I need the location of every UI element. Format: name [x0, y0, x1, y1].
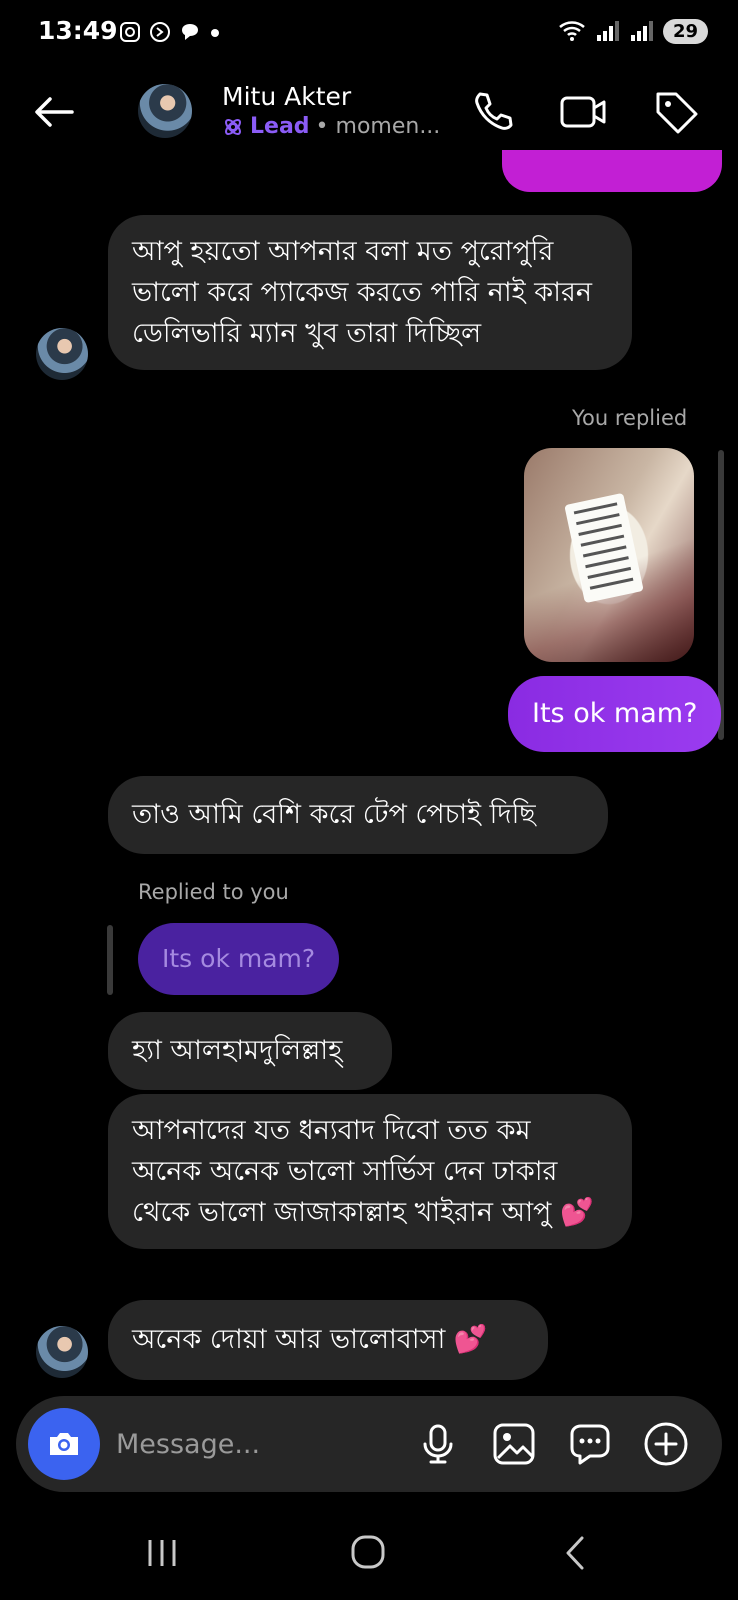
message-composer	[16, 1396, 722, 1492]
message-input[interactable]	[116, 1418, 396, 1470]
battery-indicator: 29	[662, 18, 708, 44]
back-nav-icon[interactable]	[546, 1528, 606, 1578]
incoming-message[interactable]: হ্যা আলহামদুলিল্লাহ্	[108, 1012, 392, 1090]
sticker-icon[interactable]	[566, 1420, 614, 1468]
contact-name[interactable]: Mitu Akter	[222, 82, 351, 111]
video-icon[interactable]	[558, 86, 610, 138]
plus-icon[interactable]	[642, 1420, 690, 1468]
quoted-message[interactable]: Its ok mam?	[138, 923, 340, 995]
system-icons: 29	[557, 18, 708, 44]
lead-icon	[225, 118, 241, 135]
tag-icon[interactable]	[650, 86, 702, 138]
camera-icon	[50, 1433, 78, 1455]
reply-indicator	[107, 925, 113, 995]
notification-icons	[118, 20, 222, 44]
camera-button[interactable]	[28, 1408, 100, 1480]
replied-to-you-label: Replied to you	[138, 880, 289, 904]
avatar[interactable]	[36, 1326, 88, 1378]
chat-status-icon	[182, 24, 198, 40]
incoming-message[interactable]: অনেক দোয়া আর ভালোবাসা 💕	[108, 1300, 548, 1380]
recent-apps-icon[interactable]	[132, 1528, 192, 1578]
incoming-message[interactable]: তাও আমি বেশি করে টেপ পেচাই দিছি	[108, 776, 608, 854]
scrollbar[interactable]	[718, 450, 724, 740]
home-icon[interactable]	[338, 1528, 398, 1578]
chat-header: Mitu Akter Lead • momen...	[0, 70, 738, 160]
outgoing-bubble-partial	[502, 150, 722, 192]
android-nav-bar	[0, 1510, 738, 1600]
signal-icon-2	[630, 21, 653, 41]
incoming-message[interactable]: আপনাদের যত ধন্যবাদ দিবো তত কম অনেক অনেক …	[108, 1094, 632, 1249]
lead-label: Lead	[250, 114, 310, 139]
mic-icon[interactable]	[414, 1420, 462, 1468]
signal-icon	[596, 21, 619, 41]
outgoing-message[interactable]: Its ok mam?	[508, 676, 722, 752]
gallery-icon[interactable]	[490, 1420, 538, 1468]
instagram-icon	[120, 22, 140, 42]
dot-icon	[211, 29, 219, 37]
status-time: 13:49	[38, 16, 118, 45]
photo-garment-tag	[564, 492, 644, 604]
shared-photo[interactable]	[524, 448, 694, 662]
you-replied-label: You replied	[572, 406, 688, 430]
back-arrow-icon[interactable]	[28, 86, 80, 138]
wifi-icon	[559, 21, 585, 41]
contact-subtitle: Lead • momen...	[222, 114, 440, 139]
avatar[interactable]	[36, 328, 88, 380]
messenger-status-icon	[150, 22, 170, 42]
phone-icon[interactable]	[466, 86, 518, 138]
incoming-message[interactable]: আপু হয়তো আপনার বলা মত পুরোপুরি ভালো করে…	[108, 215, 632, 370]
activity-status: • momen...	[315, 114, 441, 139]
avatar[interactable]	[138, 84, 192, 138]
status-bar: 13:49 29	[0, 0, 738, 70]
